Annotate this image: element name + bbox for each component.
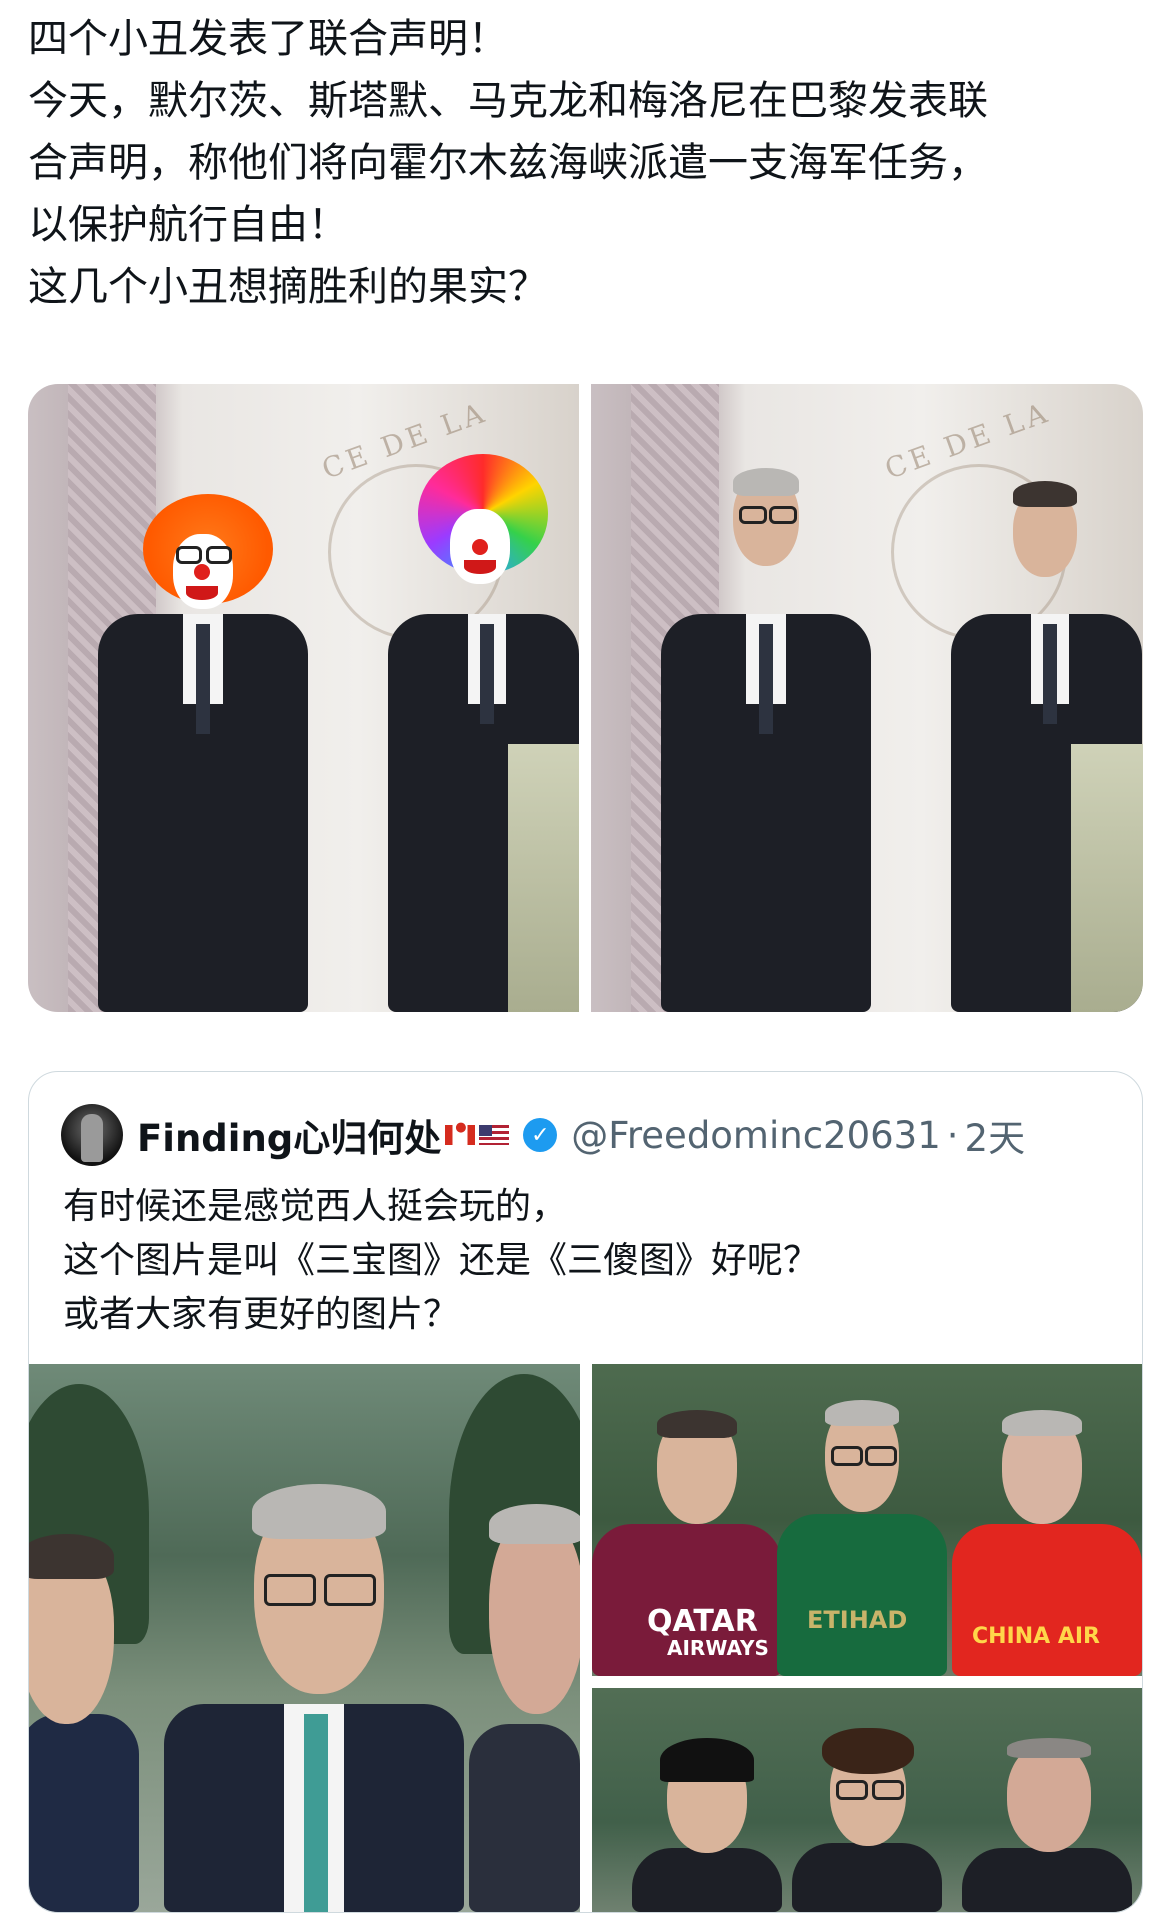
person-figure bbox=[98, 494, 308, 1012]
post-line: 合声明，称他们将向霍尔木兹海峡派遣一支海军任务， bbox=[28, 140, 988, 186]
quote-line: 有时候还是感觉西人挺会玩的， bbox=[63, 1186, 568, 1227]
bowl-cut-hair bbox=[660, 1738, 754, 1782]
person-figure: ETIHAD bbox=[777, 1400, 947, 1676]
quoted-post[interactable]: Finding心归何处 ✓ @Freedominc20631 · 2天 有时候还… bbox=[28, 1071, 1143, 1913]
clown-nose bbox=[472, 539, 488, 555]
author-handle[interactable]: @Freedominc20631 bbox=[571, 1114, 940, 1157]
post-line: 今天，默尔茨、斯塔默、马克龙和梅洛尼在巴黎发表联 bbox=[28, 78, 988, 124]
post-text: 四个小丑发表了联合声明！ 今天，默尔茨、斯塔默、马克龙和梅洛尼在巴黎发表联 合声… bbox=[28, 8, 1138, 318]
post-line: 这几个小丑想摘胜利的果实？ bbox=[28, 264, 548, 310]
post-line: 四个小丑发表了联合声明！ bbox=[28, 16, 508, 62]
author-name[interactable]: Finding心归何处 bbox=[137, 1108, 441, 1162]
us-flag-icon bbox=[479, 1125, 510, 1145]
racing-jersey-photo[interactable]: QATAR AIRWAYS ETIHAD CHINA AIR bbox=[592, 1364, 1142, 1676]
planter-box bbox=[1071, 744, 1143, 1012]
person-figure bbox=[792, 1728, 942, 1912]
quote-line: 或者大家有更好的图片？ bbox=[63, 1294, 460, 1335]
group-photo-main[interactable] bbox=[29, 1364, 580, 1912]
jersey-label: QATAR bbox=[647, 1604, 758, 1639]
quote-line: 这个图片是叫《三宝图》还是《三傻图》好呢？ bbox=[63, 1240, 820, 1281]
jersey-label: ETIHAD bbox=[807, 1606, 908, 1634]
person-figure bbox=[661, 464, 871, 1012]
quote-header: Finding心归何处 ✓ @Freedominc20631 · 2天 bbox=[61, 1104, 1025, 1166]
quote-media-grid: QATAR AIRWAYS ETIHAD CHINA AIR bbox=[29, 1364, 1142, 1912]
planter-box bbox=[508, 744, 579, 1012]
verified-badge-icon: ✓ bbox=[523, 1118, 558, 1152]
jersey-label: CHINA AIR bbox=[972, 1624, 1100, 1649]
post-time[interactable]: 2天 bbox=[965, 1108, 1026, 1162]
person-figure bbox=[962, 1738, 1132, 1912]
canada-flag-icon bbox=[445, 1120, 476, 1145]
person-figure bbox=[29, 1504, 139, 1912]
jersey-label: AIRWAYS bbox=[667, 1636, 769, 1660]
bowl-cut-photo[interactable] bbox=[592, 1688, 1142, 1912]
person-figure bbox=[632, 1738, 782, 1912]
person-figure: QATAR AIRWAYS bbox=[592, 1410, 782, 1676]
person-figure bbox=[469, 1504, 580, 1912]
person-figure bbox=[164, 1474, 464, 1912]
original-photo[interactable]: CE DE LA bbox=[591, 384, 1143, 1012]
separator-dot: · bbox=[946, 1113, 959, 1157]
person-figure: CHINA AIR bbox=[952, 1410, 1142, 1676]
post-media-grid: CE DE LA CE DE LA bbox=[28, 384, 1143, 1012]
quote-text: 有时候还是感觉西人挺会玩的， 这个图片是叫《三宝图》还是《三傻图》好呢？ 或者大… bbox=[63, 1180, 819, 1342]
avatar[interactable] bbox=[61, 1104, 123, 1166]
post-line: 以保护航行自由！ bbox=[28, 202, 348, 248]
clown-nose bbox=[194, 564, 210, 580]
clown-edited-photo[interactable]: CE DE LA bbox=[28, 384, 579, 1012]
